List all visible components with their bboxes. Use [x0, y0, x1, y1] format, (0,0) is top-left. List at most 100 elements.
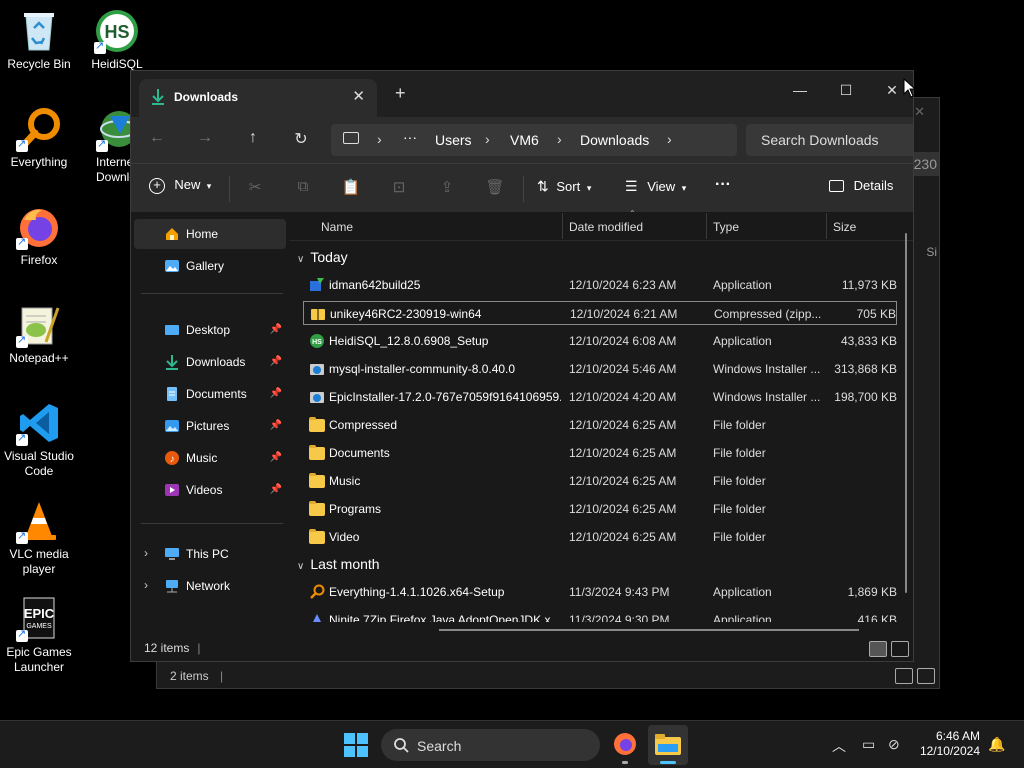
desktop-icon-notepadpp[interactable]: Notepad++	[0, 302, 78, 366]
tab-close-icon[interactable]: ✕	[352, 87, 365, 105]
table-row[interactable]: idman642build25 12/10/2024 6:23 AM Appli…	[303, 273, 897, 297]
status-bar: 2 items |	[170, 669, 224, 683]
sort-icon: ⇅	[537, 178, 549, 194]
share-icon[interactable]: ⇪	[437, 178, 457, 196]
desktop-icon-everything[interactable]: Everything	[0, 106, 78, 170]
column-type[interactable]: Type	[713, 220, 739, 234]
pin-icon[interactable]: 📌	[270, 324, 282, 335]
group-header-last-month[interactable]: ∨ Last month	[297, 556, 380, 572]
desktop-icon-epic[interactable]: EPIC GAMES Epic Games Launcher	[0, 596, 78, 675]
sort-button[interactable]: ⇅ Sort ▾	[537, 178, 591, 195]
column-date[interactable]: Date modified	[569, 220, 643, 234]
sidebar-item-desktop[interactable]: Desktop 📌	[134, 315, 286, 345]
clock[interactable]: 6:46 AM 12/10/2024	[920, 729, 980, 759]
details-view-icon[interactable]	[869, 641, 887, 657]
start-button[interactable]	[344, 733, 368, 757]
folder-icon	[309, 445, 325, 460]
table-row[interactable]: Programs 12/10/2024 6:25 AM File folder	[303, 497, 897, 521]
cut-icon[interactable]: ✂	[245, 178, 265, 196]
back-arrow-icon[interactable]: ←	[145, 129, 169, 147]
network-disconnected-icon[interactable]: ⊘	[888, 736, 900, 753]
chevron-right-icon[interactable]: ›	[144, 546, 148, 560]
pin-icon[interactable]: 📌	[270, 484, 282, 495]
sidebar-item-downloads[interactable]: Downloads 📌	[134, 347, 286, 377]
table-row[interactable]: Video 12/10/2024 6:25 AM File folder	[303, 525, 897, 549]
more-icon[interactable]: ···	[403, 129, 417, 145]
table-row[interactable]: Documents 12/10/2024 6:25 AM File folder	[303, 441, 897, 465]
pin-icon[interactable]: 📌	[270, 388, 282, 399]
copy-icon[interactable]: ⧉	[293, 178, 313, 195]
sidebar-item-documents[interactable]: Documents 📌	[134, 379, 286, 409]
view-button[interactable]: ☰ View ▾	[625, 178, 686, 195]
table-row[interactable]: Music 12/10/2024 6:25 AM File folder	[303, 469, 897, 493]
taskbar-file-explorer[interactable]	[648, 725, 688, 765]
chevron-right-icon[interactable]: ›	[144, 578, 148, 592]
chevron-up-icon[interactable]: ︿	[832, 736, 846, 756]
vertical-scrollbar[interactable]	[905, 233, 907, 593]
breadcrumb[interactable]: › ··· › Users VM6 › Downloads ›	[331, 124, 737, 156]
close-icon[interactable]: ✕	[914, 104, 925, 120]
table-row[interactable]: Compressed 12/10/2024 6:25 AM File folde…	[303, 413, 897, 437]
running-indicator	[622, 761, 628, 764]
notification-bell-icon[interactable]: 🔔	[988, 736, 1005, 753]
explorer-window[interactable]: Downloads ✕ + — ☐ ✕ ← → ↑ ↻ › ··· › User…	[130, 70, 914, 662]
sidebar-item-this-pc[interactable]: › This PC	[134, 539, 286, 569]
taskbar-firefox[interactable]	[612, 731, 638, 764]
desktop-icon-recycle-bin[interactable]: Recycle Bin	[0, 8, 78, 72]
desktop-icon-heidisql[interactable]: HS HeidiSQL	[78, 8, 156, 72]
breadcrumb-downloads[interactable]: Downloads	[580, 132, 649, 148]
desktop-icon-vscode[interactable]: Visual Studio Code	[0, 400, 78, 479]
display-icon[interactable]: ▭	[862, 736, 875, 753]
sidebar-item-gallery[interactable]: Gallery	[134, 251, 286, 281]
search-input[interactable]: Search Downloads	[746, 124, 913, 156]
svg-text:♪: ♪	[170, 454, 175, 465]
more-options-icon[interactable]: ···	[715, 176, 731, 194]
chevron-down-icon: ∨	[297, 561, 305, 572]
table-row[interactable]: HS HeidiSQL_12.8.0.6908_Setup 12/10/2024…	[303, 329, 897, 353]
minimize-button[interactable]: —	[777, 75, 823, 105]
refresh-icon[interactable]: ↻	[289, 129, 313, 149]
breadcrumb-vm6[interactable]: VM6	[510, 132, 539, 148]
sidebar-item-music[interactable]: ♪ Music 📌	[134, 443, 286, 473]
shortcut-arrow-icon	[16, 529, 28, 544]
sidebar-item-home[interactable]: Home	[134, 219, 286, 249]
sidebar-item-pictures[interactable]: Pictures 📌	[134, 411, 286, 441]
group-header-today[interactable]: ∨ Today	[297, 249, 348, 265]
desktop-icon-firefox[interactable]: Firefox	[0, 204, 78, 268]
column-separator[interactable]	[562, 213, 563, 239]
details-pane-button[interactable]: Details	[829, 178, 893, 193]
table-row[interactable]: mysql-installer-community-8.0.40.0 12/10…	[303, 357, 897, 381]
paste-icon[interactable]: 📋	[341, 178, 361, 196]
desktop-icon-idm[interactable]: Interne Downlo	[78, 106, 132, 185]
maximize-button[interactable]: ☐	[823, 75, 869, 105]
tiles-view-icon[interactable]	[917, 668, 935, 684]
horizontal-scrollbar[interactable]	[439, 629, 859, 631]
sidebar-item-videos[interactable]: Videos 📌	[134, 475, 286, 505]
sidebar-item-network[interactable]: › Network	[134, 571, 286, 601]
pin-icon[interactable]: 📌	[270, 420, 282, 431]
forward-arrow-icon[interactable]: →	[193, 129, 217, 147]
new-tab-button[interactable]: +	[395, 83, 406, 104]
tab-downloads[interactable]: Downloads ✕	[139, 79, 377, 117]
column-name[interactable]: Name	[321, 220, 353, 234]
taskbar-search[interactable]: Search	[381, 729, 600, 761]
folder-icon	[309, 473, 325, 488]
breadcrumb-users[interactable]: Users	[435, 132, 472, 148]
desktop-icon-vlc[interactable]: VLC media player	[0, 498, 78, 577]
pin-icon[interactable]: 📌	[270, 452, 282, 463]
tiles-view-icon[interactable]	[891, 641, 909, 657]
table-row[interactable]: Ninite 7Zip Firefox Java AdoptOpenJDK x.…	[303, 608, 897, 622]
rename-icon[interactable]: ⊡	[389, 178, 409, 196]
details-view-icon[interactable]	[895, 668, 913, 684]
delete-icon[interactable]: 🗑	[485, 178, 505, 196]
new-button[interactable]: + New ▾	[149, 177, 211, 194]
column-size[interactable]: Size	[833, 220, 856, 234]
column-separator[interactable]	[706, 213, 707, 239]
table-row[interactable]: Everything-1.4.1.1026.x64-Setup 11/3/202…	[303, 580, 897, 604]
desktop-icon-label: Everything	[10, 155, 68, 169]
column-separator[interactable]	[826, 213, 827, 239]
up-arrow-icon[interactable]: ↑	[241, 129, 265, 147]
table-row[interactable]: unikey46RC2-230919-win64 12/10/2024 6:21…	[303, 301, 897, 325]
table-row[interactable]: EpicInstaller-17.2.0-767e7059f9164106959…	[303, 385, 897, 409]
pin-icon[interactable]: 📌	[270, 356, 282, 367]
